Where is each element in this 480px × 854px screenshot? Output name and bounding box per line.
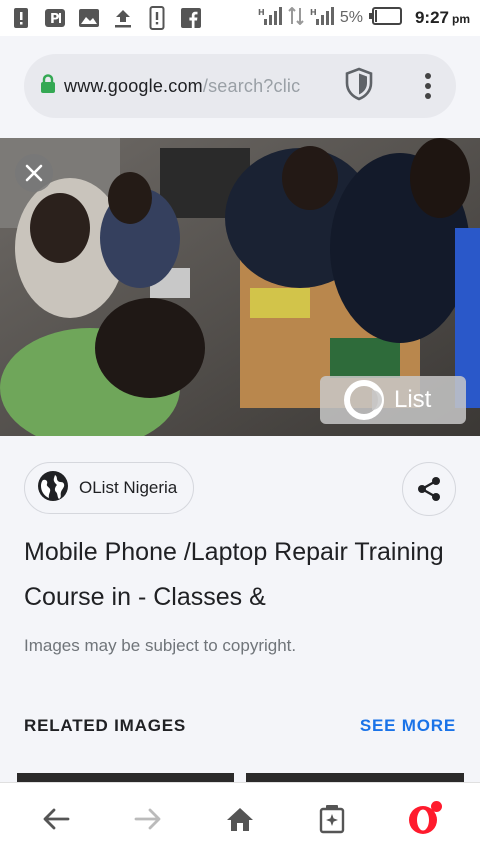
forward-button[interactable] xyxy=(124,795,172,843)
browser-toolbar: www.google.com/search?clic xyxy=(0,36,480,138)
system-status: H H 5% 9:27 pm xyxy=(258,6,470,30)
shield-icon[interactable] xyxy=(344,67,374,106)
see-more-link[interactable]: SEE MORE xyxy=(360,716,456,736)
data-transfer-icon xyxy=(288,6,304,30)
result-title[interactable]: Mobile Phone /Laptop Repair Training Cou… xyxy=(24,530,464,620)
forward-icon xyxy=(134,808,161,829)
lock-icon xyxy=(40,73,56,99)
phone-alert-icon xyxy=(146,6,168,30)
bottom-navigation xyxy=(0,782,480,854)
svg-text:P: P xyxy=(50,12,60,27)
notification-dot xyxy=(431,800,442,812)
facebook-icon xyxy=(180,7,202,29)
watermark-badge: List xyxy=(320,376,466,424)
home-button[interactable] xyxy=(216,795,264,843)
clock-time: 9:27 xyxy=(414,8,449,27)
globe-icon xyxy=(37,470,69,507)
signal-h-2-icon: H xyxy=(310,6,334,30)
url-path: /search?clic xyxy=(202,75,301,96)
battery-percent: 5% xyxy=(339,9,363,26)
related-images-heading: RELATED IMAGES xyxy=(24,716,187,735)
parking-app-icon: P xyxy=(44,7,66,29)
url-text[interactable]: www.google.com/search?clic xyxy=(64,76,334,97)
copyright-notice: Images may be subject to copyright. xyxy=(24,636,297,655)
olist-logo-icon xyxy=(344,380,384,420)
back-icon xyxy=(43,808,70,829)
notification-alert-icon xyxy=(10,7,32,29)
svg-text:H: H xyxy=(310,8,317,17)
opera-menu-button[interactable] xyxy=(400,795,448,843)
clock-ampm: pm xyxy=(452,12,470,26)
close-icon xyxy=(25,164,43,182)
share-button[interactable] xyxy=(402,462,456,516)
notification-icons: P xyxy=(10,6,202,30)
signal-h-icon: H xyxy=(258,6,282,30)
more-options-icon[interactable] xyxy=(418,73,438,99)
watermark-text: List xyxy=(394,386,432,413)
source-chip[interactable]: OList Nigeria xyxy=(24,462,195,514)
close-preview-button[interactable] xyxy=(15,154,53,192)
tabs-button[interactable] xyxy=(308,795,356,843)
home-icon xyxy=(227,807,253,831)
back-button[interactable] xyxy=(32,795,80,843)
tabs-icon xyxy=(319,804,345,833)
share-icon xyxy=(418,477,440,501)
battery-icon xyxy=(368,6,403,30)
svg-text:H: H xyxy=(258,8,265,17)
status-bar: P H H 5% 9:27 pm xyxy=(0,0,480,36)
address-bar[interactable]: www.google.com/search?clic xyxy=(24,54,456,118)
gallery-icon xyxy=(78,7,100,29)
source-name: OList Nigeria xyxy=(79,478,178,497)
image-preview[interactable]: List xyxy=(0,138,480,436)
upload-icon xyxy=(112,7,134,29)
url-host: www.google.com xyxy=(64,75,203,96)
